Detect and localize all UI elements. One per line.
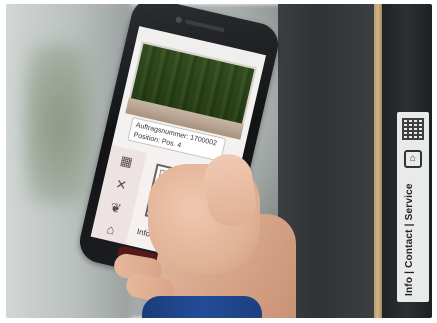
chair-icon[interactable]: ⌂ xyxy=(101,221,120,238)
sticker-text: Info | Contact | Service xyxy=(404,183,415,296)
qr-code-icon xyxy=(402,118,424,140)
door-edge xyxy=(374,4,382,318)
garden-blur xyxy=(24,44,94,204)
service-sticker: ⌂ Info | Contact | Service xyxy=(397,112,429,302)
photo: ⌂ Info | Contact | Service Auftragsnumme… xyxy=(6,4,432,318)
leaf-icon[interactable]: ❦ xyxy=(106,199,125,217)
speaker-grille xyxy=(185,19,225,33)
sleeve xyxy=(142,296,262,318)
photo-icon[interactable]: ▦ xyxy=(117,152,136,170)
house-icon: ⌂ xyxy=(404,150,422,168)
tools-icon[interactable]: ✕ xyxy=(112,176,131,193)
camera-icon xyxy=(175,16,183,24)
